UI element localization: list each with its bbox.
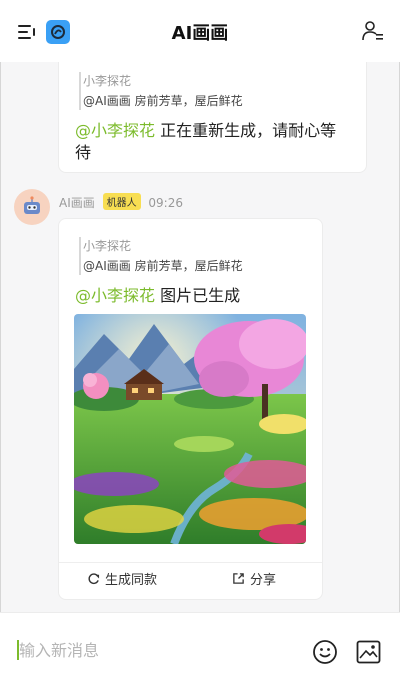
message-input[interactable] bbox=[19, 639, 279, 661]
sender-name: AI画画 bbox=[59, 196, 95, 210]
message-text: @小李探花 图片已生成 bbox=[75, 285, 240, 307]
bot-badge: 机器人 bbox=[102, 193, 141, 210]
image-icon[interactable] bbox=[356, 640, 381, 664]
mention-link[interactable]: @小李探花 bbox=[75, 121, 155, 140]
emoji-icon[interactable] bbox=[312, 639, 338, 665]
message-card: 小李探花 @AI画画 房前芳草，屋后鲜花 @小李探花 图片已生成 生成同款 分享 bbox=[58, 218, 323, 600]
mention-link[interactable]: @小李探花 bbox=[75, 286, 155, 305]
message-meta: AI画画 机器人 09:26 bbox=[59, 193, 183, 211]
message-body: 图片已生成 bbox=[155, 286, 241, 305]
robot-glyph bbox=[24, 196, 40, 214]
message-body: 正在重新生成，请耐心等 bbox=[155, 121, 337, 140]
page-title: AI画画 bbox=[171, 23, 229, 44]
share-label: 分享 bbox=[250, 573, 277, 588]
refresh-icon bbox=[88, 573, 100, 585]
message-time: 09:26 bbox=[148, 196, 183, 210]
robot-avatar-icon[interactable] bbox=[14, 189, 50, 225]
card-divider bbox=[59, 562, 322, 563]
generated-image[interactable] bbox=[74, 314, 306, 544]
message-input-bar bbox=[0, 612, 400, 683]
quote-divider bbox=[79, 237, 81, 275]
top-bar: AI画画 bbox=[0, 0, 400, 62]
regenerate-button[interactable]: 生成同款 bbox=[87, 569, 157, 588]
quote-author: 小李探花 bbox=[83, 239, 132, 253]
user-list-icon[interactable] bbox=[362, 20, 384, 42]
quote-divider bbox=[79, 72, 81, 110]
message-text-cont: 待 bbox=[75, 143, 92, 162]
quote-text: @AI画画 房前芳草，屋后鲜花 bbox=[83, 259, 243, 273]
share-button[interactable]: 分享 bbox=[232, 569, 276, 588]
regenerate-label: 生成同款 bbox=[105, 573, 158, 588]
share-icon bbox=[233, 573, 244, 584]
message-text: @小李探花 正在重新生成，请耐心等 bbox=[75, 120, 360, 142]
quote-text: @AI画画 房前芳草，屋后鲜花 bbox=[83, 94, 243, 108]
message-card: 小李探花 @AI画画 房前芳草，屋后鲜花 @小李探花 正在重新生成，请耐心等 待 bbox=[58, 62, 367, 173]
quote-author: 小李探花 bbox=[83, 74, 132, 88]
